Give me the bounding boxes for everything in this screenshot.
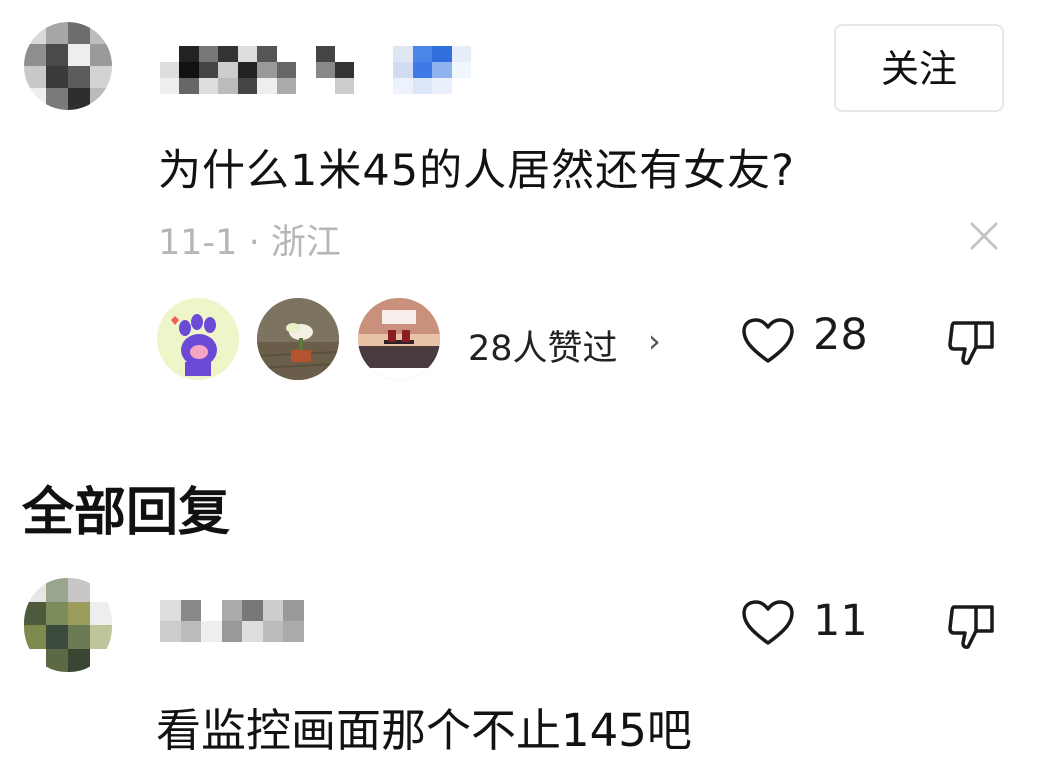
post-meta: 11-1 · 浙江 <box>158 214 341 265</box>
close-icon[interactable] <box>966 218 1002 254</box>
author-name-obscured[interactable] <box>160 46 510 94</box>
thumbs-down-icon[interactable] <box>946 601 998 653</box>
meta-separator: · <box>237 223 271 263</box>
reply-author-avatar[interactable] <box>24 578 112 672</box>
heart-icon[interactable] <box>740 316 796 366</box>
author-avatar[interactable] <box>24 22 112 110</box>
reply-author-name-obscured[interactable] <box>160 600 304 642</box>
chevron-right-icon[interactable]: › <box>648 322 661 360</box>
liker-avatar-waiting[interactable] <box>358 298 440 380</box>
reply-content: 看监控画面那个不止145吧 <box>156 704 692 757</box>
post-location: 浙江 <box>270 223 341 263</box>
paw-icon <box>171 314 217 376</box>
flower-icon <box>257 298 339 380</box>
liker-avatar-paw[interactable] <box>157 298 239 380</box>
sunset-bench-icon <box>358 298 440 380</box>
post-content: 为什么1米45的人居然还有女友? <box>158 146 795 196</box>
all-replies-title: 全部回复 <box>22 483 231 543</box>
follow-button[interactable]: 关注 <box>834 24 1004 112</box>
like-count: 28 <box>813 310 868 360</box>
reply-like-count: 11 <box>813 596 868 646</box>
liked-by-summary[interactable]: 28人赞过 <box>468 320 618 371</box>
heart-icon[interactable] <box>740 598 796 648</box>
thumbs-down-icon[interactable] <box>946 317 998 369</box>
liker-avatar-flower[interactable] <box>257 298 339 380</box>
post-date: 11-1 <box>158 223 238 263</box>
